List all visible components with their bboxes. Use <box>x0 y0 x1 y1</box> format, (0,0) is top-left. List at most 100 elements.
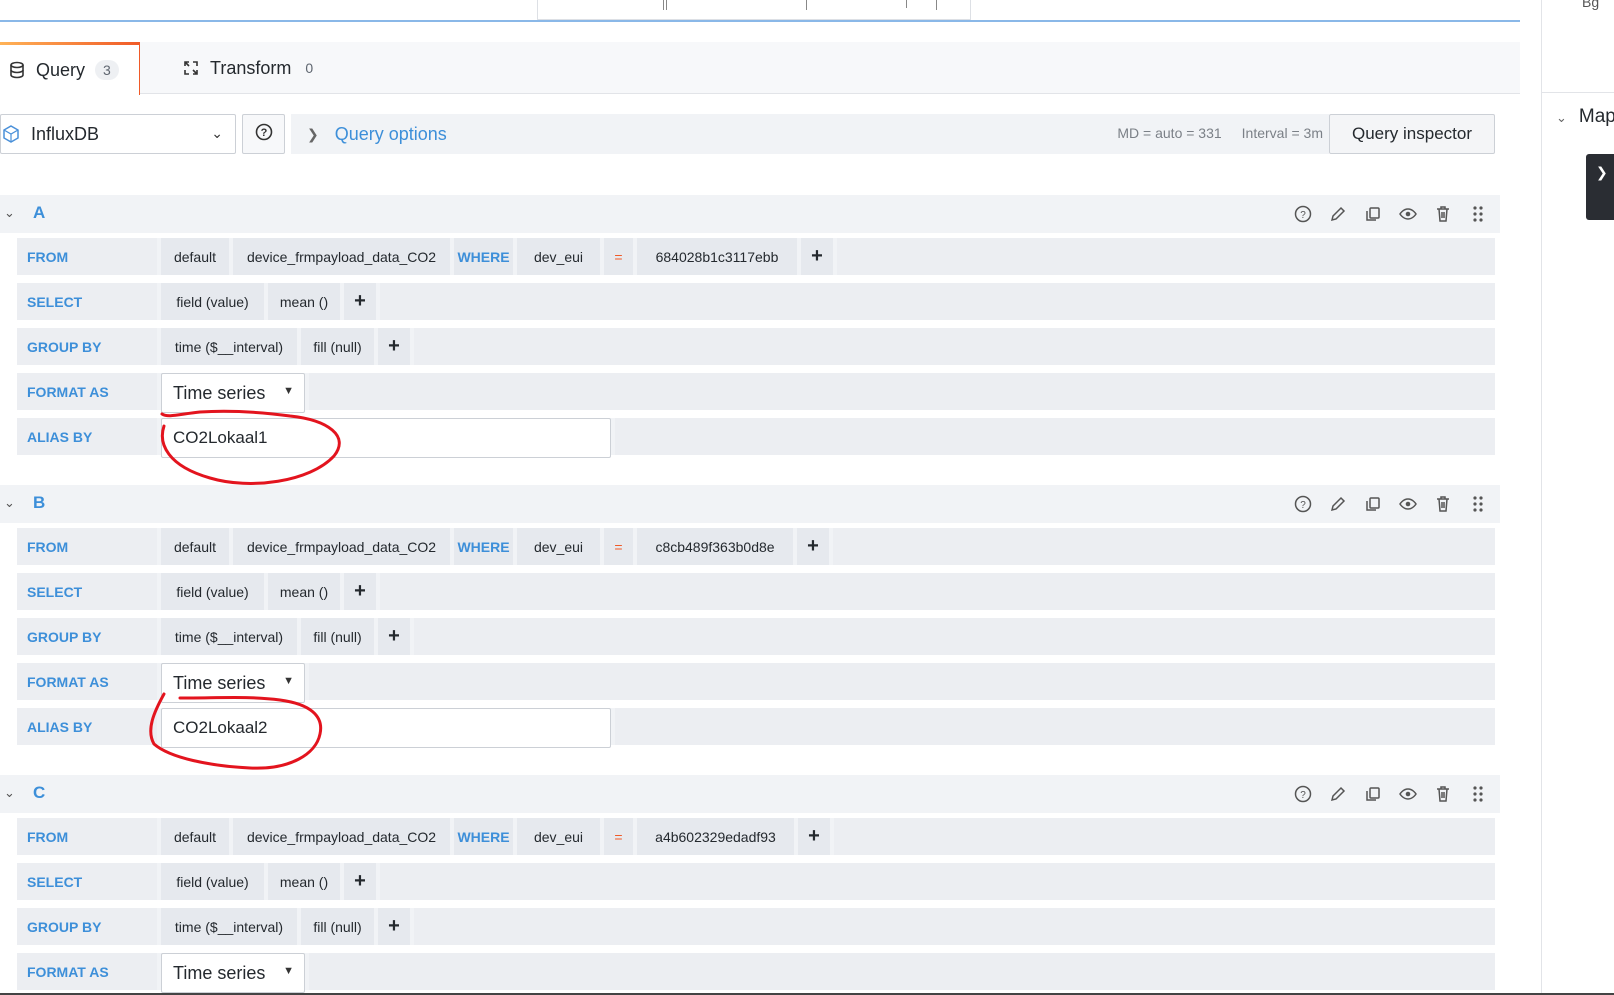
query-options-meta: MD = auto = 331 Interval = 3m <box>1117 125 1323 141</box>
from-row: FROM default device_frmpayload_data_CO2 … <box>17 238 1495 275</box>
trash-icon[interactable] <box>1433 494 1453 514</box>
query-letter[interactable]: A <box>33 203 45 223</box>
svg-text:?: ? <box>1300 500 1306 511</box>
tag-value[interactable]: c8cb489f363b0d8e <box>637 528 793 565</box>
tag-key[interactable]: dev_eui <box>517 238 600 275</box>
group-by-fill[interactable]: fill (null) <box>301 618 374 655</box>
retention-policy[interactable]: default <box>161 818 229 855</box>
alias-by-input[interactable]: CO2Lokaal1 <box>161 418 611 458</box>
tag-key[interactable]: dev_eui <box>517 528 600 565</box>
copy-icon[interactable] <box>1363 784 1383 804</box>
eye-icon[interactable] <box>1398 784 1418 804</box>
add-select-button[interactable]: + <box>344 863 376 900</box>
copy-icon[interactable] <box>1363 494 1383 514</box>
chevron-down-icon[interactable]: ⌄ <box>4 205 15 221</box>
measurement[interactable]: device_frmpayload_data_CO2 <box>233 528 450 565</box>
format-as-value: Time series <box>173 672 266 693</box>
tag-key[interactable]: dev_eui <box>517 818 600 855</box>
side-panel-top: Bg <box>1542 0 1614 93</box>
tag-operator[interactable]: = <box>604 238 633 275</box>
help-icon[interactable]: ? <box>1293 494 1313 514</box>
side-section-map[interactable]: ⌄ Map <box>1556 106 1614 128</box>
select-field[interactable]: field (value) <box>161 863 264 900</box>
measurement[interactable]: device_frmpayload_data_CO2 <box>233 818 450 855</box>
edit-icon[interactable] <box>1328 494 1348 514</box>
add-group-by-button[interactable]: + <box>378 908 410 945</box>
query-options-label: Query options <box>334 123 447 144</box>
group-by-time[interactable]: time ($__interval) <box>161 908 297 945</box>
add-condition-button[interactable]: + <box>797 528 829 565</box>
chevron-down-icon: ❯ <box>1596 164 1608 180</box>
help-icon[interactable]: ? <box>1293 204 1313 224</box>
query-letter[interactable]: B <box>33 493 45 513</box>
tag-operator[interactable]: = <box>604 528 633 565</box>
measurement[interactable]: device_frmpayload_data_CO2 <box>233 238 450 275</box>
query-actions: ? <box>1293 784 1488 804</box>
datasource-picker[interactable]: InfluxDB ⌄ <box>0 114 236 154</box>
tag-value[interactable]: 684028b1c3117ebb <box>637 238 797 275</box>
retention-policy[interactable]: default <box>161 528 229 565</box>
edit-icon[interactable] <box>1328 784 1348 804</box>
where-keyword: WHERE <box>454 238 513 275</box>
select-field[interactable]: field (value) <box>161 283 264 320</box>
eye-icon[interactable] <box>1398 204 1418 224</box>
copy-icon[interactable] <box>1363 204 1383 224</box>
retention-policy[interactable]: default <box>161 238 229 275</box>
caret-down-icon: ▼ <box>283 385 294 397</box>
format-as-value: Time series <box>173 382 266 403</box>
svg-text:?: ? <box>260 127 267 139</box>
where-keyword: WHERE <box>454 818 513 855</box>
max-data-points: MD = auto = 331 <box>1117 125 1222 141</box>
tag-operator[interactable]: = <box>604 818 633 855</box>
database-icon <box>8 61 26 79</box>
group-by-time[interactable]: time ($__interval) <box>161 328 297 365</box>
select-aggregation[interactable]: mean () <box>268 573 340 610</box>
tab-transform[interactable]: Transform 0 <box>180 42 317 94</box>
select-field[interactable]: field (value) <box>161 573 264 610</box>
add-select-button[interactable]: + <box>344 573 376 610</box>
select-aggregation[interactable]: mean () <box>268 283 340 320</box>
query-header: ⌄ A ? <box>0 195 1500 233</box>
tab-query[interactable]: Query 3 <box>0 42 140 95</box>
editor-tabs: Query 3 Transform 0 <box>0 42 1520 95</box>
select-aggregation[interactable]: mean () <box>268 863 340 900</box>
format-as-value: Time series <box>173 962 266 983</box>
drag-handle-icon[interactable] <box>1468 494 1488 514</box>
add-condition-button[interactable]: + <box>801 238 833 275</box>
alias-by-input[interactable]: CO2Lokaal2 <box>161 708 611 748</box>
eye-icon[interactable] <box>1398 494 1418 514</box>
group-by-row: GROUP BY time ($__interval) fill (null) … <box>17 328 1495 365</box>
chevron-down-icon[interactable]: ⌄ <box>4 495 15 511</box>
interval-value: Interval = 3m <box>1241 125 1323 141</box>
group-by-fill[interactable]: fill (null) <box>301 908 374 945</box>
add-group-by-button[interactable]: + <box>378 618 410 655</box>
format-as-select[interactable]: Time series ▼ <box>161 953 305 993</box>
group-by-fill[interactable]: fill (null) <box>301 328 374 365</box>
edit-icon[interactable] <box>1328 204 1348 224</box>
query-header: ⌄ C ? <box>0 775 1500 813</box>
select-row: SELECT field (value) mean () + <box>17 283 1495 320</box>
alias-by-label: ALIAS BY <box>17 708 157 745</box>
add-condition-button[interactable]: + <box>798 818 830 855</box>
drag-handle-icon[interactable] <box>1468 204 1488 224</box>
svg-text:?: ? <box>1300 790 1306 801</box>
tag-value[interactable]: a4b602329edadf93 <box>637 818 794 855</box>
query-letter[interactable]: C <box>33 783 45 803</box>
add-select-button[interactable]: + <box>344 283 376 320</box>
format-as-label: FORMAT AS <box>17 953 157 990</box>
group-by-time[interactable]: time ($__interval) <box>161 618 297 655</box>
trash-icon[interactable] <box>1433 784 1453 804</box>
chevron-down-icon[interactable]: ⌄ <box>4 785 15 801</box>
format-as-select[interactable]: Time series ▼ <box>161 663 305 703</box>
datasource-help-button[interactable]: ? <box>242 114 285 154</box>
query-options-toggle[interactable]: ❯ Query options MD = auto = 331 Interval … <box>291 114 1329 154</box>
format-as-select[interactable]: Time series ▼ <box>161 373 305 413</box>
query-inspector-button[interactable]: Query inspector <box>1329 114 1495 154</box>
side-collapse-button[interactable]: ❯ <box>1586 154 1614 220</box>
query-header: ⌄ B ? <box>0 485 1500 523</box>
add-group-by-button[interactable]: + <box>378 328 410 365</box>
options-side-panel: Bg ⌄ Map ❯ <box>1541 0 1614 995</box>
trash-icon[interactable] <box>1433 204 1453 224</box>
help-icon[interactable]: ? <box>1293 784 1313 804</box>
drag-handle-icon[interactable] <box>1468 784 1488 804</box>
